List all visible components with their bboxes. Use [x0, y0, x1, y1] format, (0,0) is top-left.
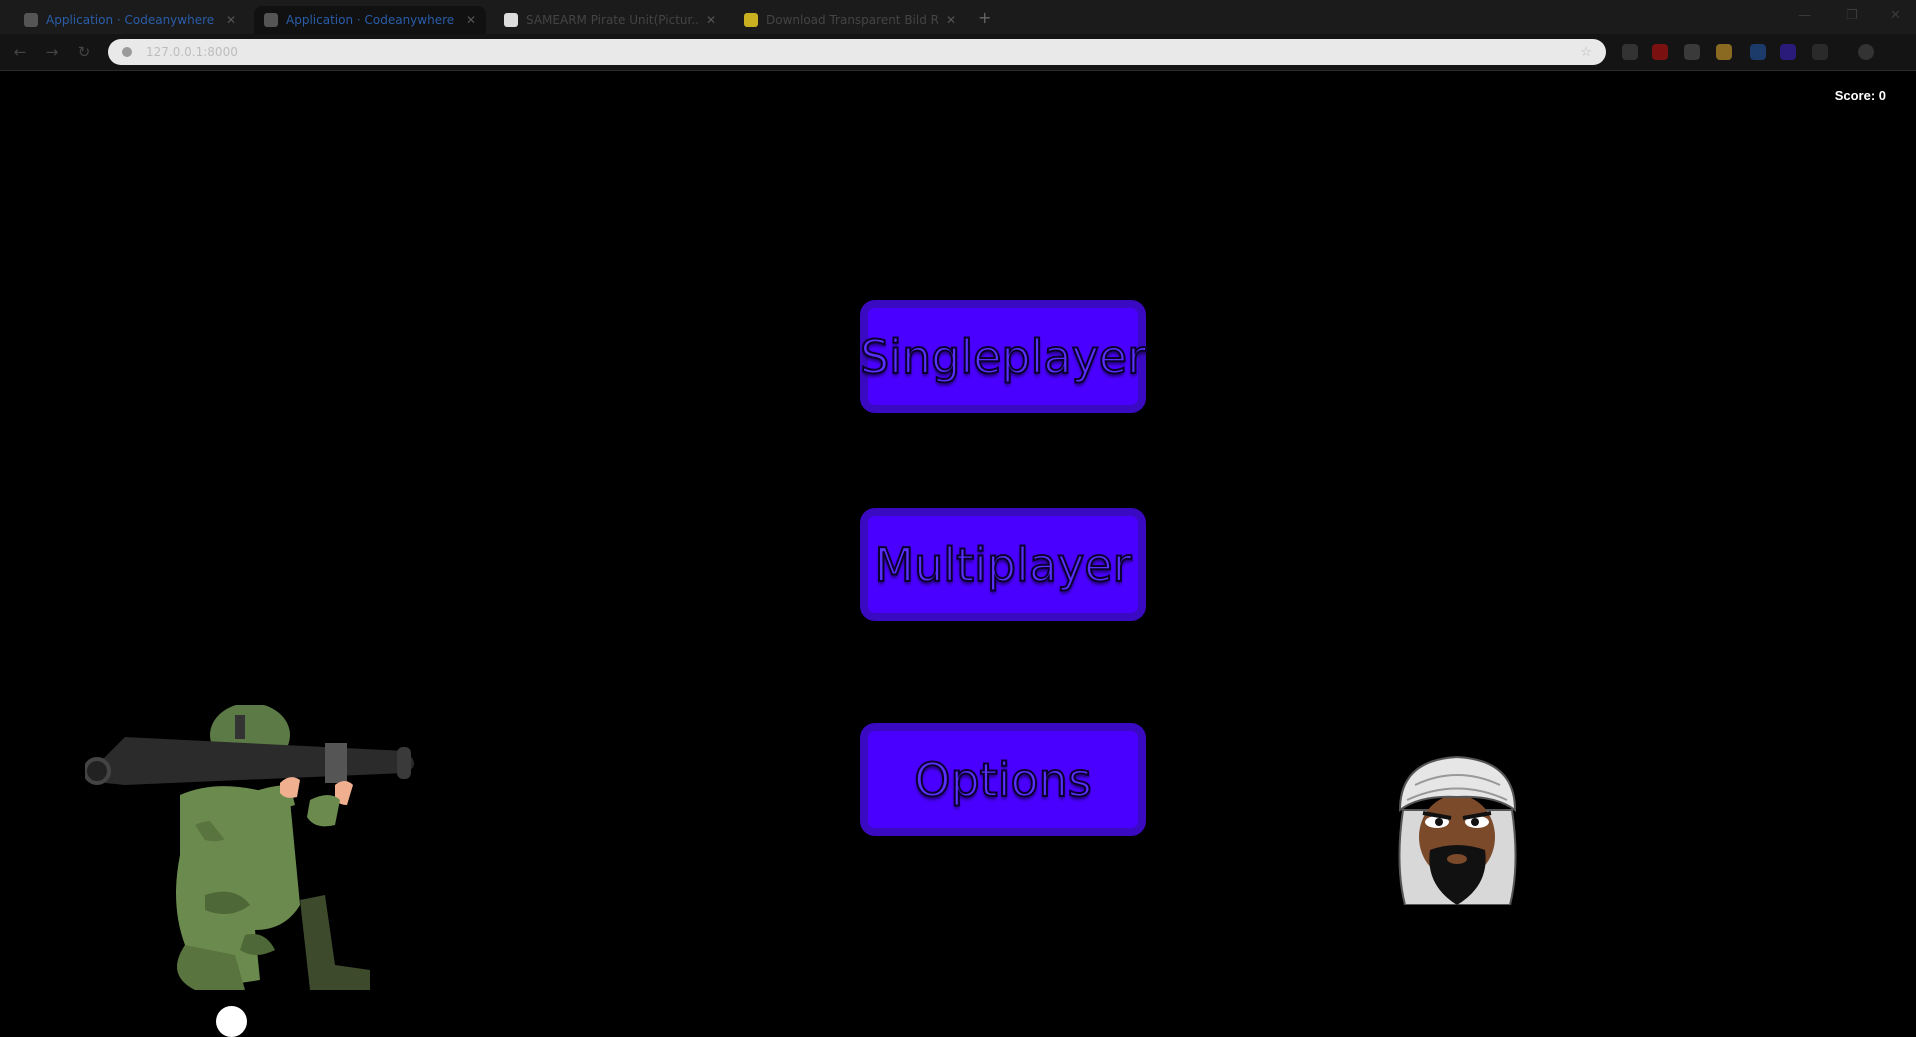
tab-title: Application · Codeanywhere	[46, 13, 215, 27]
bookmark-star-icon[interactable]: ☆	[1580, 45, 1592, 60]
address-bar[interactable]: 127.0.0.1:8000 ☆	[108, 39, 1606, 65]
address-text[interactable]: 127.0.0.1:8000	[146, 45, 1580, 59]
site-info-icon[interactable]	[122, 47, 132, 57]
tab-favicon-icon	[744, 13, 758, 27]
browser-tab-strip: Application · Codeanywhere ✕ Application…	[0, 0, 1916, 34]
tab-close-icon[interactable]: ✕	[466, 13, 476, 27]
tab-title: Download Transparent Bild Ro...	[766, 13, 938, 27]
maximize-icon[interactable]: ❐	[1846, 8, 1858, 23]
options-button[interactable]: Options	[860, 723, 1146, 836]
tab-favicon-icon	[24, 13, 38, 27]
reload-icon[interactable]: ↻	[74, 42, 94, 62]
extension-icon[interactable]	[1716, 44, 1732, 60]
extension-icon[interactable]	[1652, 44, 1668, 60]
extension-icon[interactable]	[1750, 44, 1766, 60]
singleplayer-button[interactable]: Singleplayer	[859, 300, 1147, 413]
browser-tab[interactable]: Download Transparent Bild Ro... ✕	[734, 6, 966, 34]
back-arrow-icon[interactable]: ←	[10, 42, 30, 62]
profile-avatar[interactable]	[1858, 44, 1874, 60]
soldier-icon	[85, 705, 414, 990]
browser-tab-active[interactable]: Application · Codeanywhere ✕	[254, 6, 486, 34]
cannonball-projectile	[216, 1006, 247, 1037]
browser-tab[interactable]: SAMEARM Pirate Unit(Pictur... ✕	[494, 6, 726, 34]
tab-close-icon[interactable]: ✕	[946, 13, 956, 27]
window-close-icon[interactable]: ✕	[1890, 8, 1901, 23]
score-display: Score: 0	[1834, 88, 1886, 103]
browser-tab[interactable]: Application · Codeanywhere ✕	[14, 6, 246, 34]
tab-close-icon[interactable]: ✕	[226, 13, 236, 27]
tab-title: SAMEARM Pirate Unit(Pictur...	[526, 13, 698, 27]
multiplayer-button[interactable]: Multiplayer	[860, 508, 1146, 621]
minimize-icon[interactable]: —	[1798, 8, 1811, 23]
tab-favicon-icon	[504, 13, 518, 27]
browser-toolbar: ← → ↻ 127.0.0.1:8000 ☆	[0, 34, 1916, 71]
turban-man-icon	[1398, 755, 1517, 905]
tab-close-icon[interactable]: ✕	[706, 13, 716, 27]
forward-arrow-icon[interactable]: →	[42, 42, 62, 62]
extension-icon[interactable]	[1780, 44, 1796, 60]
extension-icon[interactable]	[1622, 44, 1638, 60]
extension-icon[interactable]	[1684, 44, 1700, 60]
new-tab-button[interactable]: +	[978, 8, 991, 27]
tab-favicon-icon	[264, 13, 278, 27]
tab-title: Application · Codeanywhere	[286, 13, 455, 27]
extensions-puzzle-icon[interactable]	[1812, 44, 1828, 60]
